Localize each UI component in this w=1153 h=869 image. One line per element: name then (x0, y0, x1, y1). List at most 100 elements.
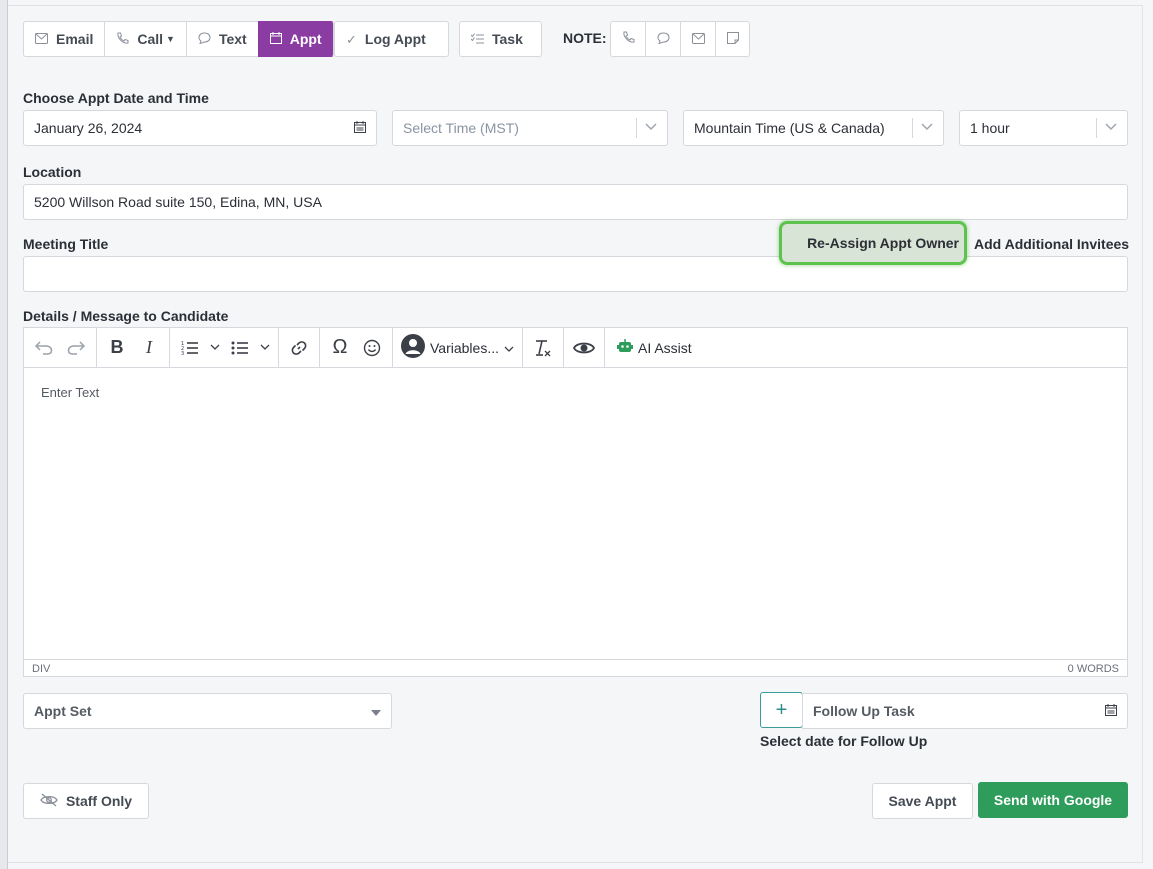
chevron-down-icon (1105, 122, 1117, 134)
sticky-note-icon (726, 31, 739, 47)
text-tab-label: Text (218, 31, 247, 47)
chevron-down-icon (921, 122, 933, 134)
variables-label: Variables... (430, 339, 499, 356)
staff-only-button[interactable]: Staff Only (23, 783, 149, 819)
follow-up-hint: Select date for Follow Up (760, 733, 928, 749)
note-text-button[interactable] (645, 21, 680, 57)
numbered-list-icon[interactable]: 123 (176, 333, 204, 363)
reassign-appt-owner-button[interactable]: Re-Assign Appt Owner (779, 221, 967, 265)
text-tab[interactable]: Text (185, 21, 258, 57)
phone-icon (622, 31, 635, 47)
speech-bubble-icon (198, 32, 211, 46)
editor-toolbar: B I 123 Ω Variables... AI Assist (24, 328, 1127, 368)
log-appt-button[interactable]: ✓ Log Appt (334, 21, 449, 57)
note-label: NOTE: (563, 30, 607, 46)
variables-group[interactable]: Variables... (393, 328, 523, 367)
link-icon[interactable] (285, 333, 313, 363)
calendar-icon[interactable] (354, 120, 366, 136)
link-group (279, 328, 320, 367)
communication-tabs: Email Call ▼ Text Appt (23, 21, 334, 57)
date-value: January 26, 2024 (34, 120, 143, 136)
top-divider (8, 5, 1143, 6)
ai-assist-button[interactable]: AI Assist (605, 328, 704, 367)
task-button[interactable]: Task (459, 21, 542, 57)
select-separator (912, 118, 913, 138)
call-tab[interactable]: Call ▼ (104, 21, 186, 57)
staff-only-label: Staff Only (65, 793, 133, 809)
right-divider (1142, 5, 1143, 862)
appt-status-select[interactable]: Appt Set (23, 693, 392, 729)
speech-bubble-icon (656, 31, 670, 47)
editor-content-area[interactable]: Enter Text (24, 368, 1127, 659)
omega-icon[interactable]: Ω (326, 333, 354, 363)
clear-formatting-icon[interactable] (529, 333, 557, 363)
robot-icon (617, 339, 633, 356)
clear-format-group (523, 328, 564, 367)
note-email-button[interactable] (680, 21, 715, 57)
save-appt-button[interactable]: Save Appt (872, 783, 973, 819)
caret-down-icon: ▼ (166, 34, 175, 44)
chevron-down-icon[interactable] (208, 333, 222, 363)
calendar-icon[interactable] (1105, 703, 1117, 719)
follow-up-task-field[interactable]: Follow Up Task (802, 693, 1128, 729)
envelope-icon (691, 31, 705, 47)
eye-slash-icon (40, 793, 58, 810)
save-appt-label: Save Appt (888, 793, 957, 809)
appt-tab[interactable]: Appt (257, 21, 334, 57)
redo-icon[interactable] (62, 333, 90, 363)
email-tab-label: Email (56, 31, 94, 47)
timezone-select[interactable]: Mountain Time (US & Canada) (683, 110, 944, 146)
call-tab-label: Call (137, 31, 164, 47)
left-panel-edge (0, 0, 8, 869)
undo-icon[interactable] (30, 333, 58, 363)
svg-text:3: 3 (181, 351, 184, 356)
bottom-divider (8, 862, 1143, 863)
format-group: B I (97, 328, 170, 367)
bullet-list-icon[interactable] (226, 333, 254, 363)
select-separator (636, 118, 637, 138)
element-path: DIV (32, 662, 51, 675)
preview-group (564, 328, 605, 367)
word-count: 0 WORDS (1067, 662, 1119, 675)
insert-group: Ω (320, 328, 393, 367)
add-follow-up-button[interactable]: + (760, 692, 803, 728)
follow-up-placeholder: Follow Up Task (813, 703, 915, 719)
note-sticky-button[interactable] (715, 21, 750, 57)
note-call-button[interactable] (610, 21, 645, 57)
task-label: Task (492, 31, 523, 47)
timezone-value: Mountain Time (US & Canada) (694, 120, 885, 136)
checklist-icon (470, 32, 484, 46)
chevron-down-icon[interactable] (258, 333, 272, 363)
phone-icon (116, 32, 129, 47)
list-group: 123 (170, 328, 279, 367)
envelope-icon (35, 32, 48, 46)
note-type-buttons (610, 21, 750, 57)
appt-tab-label: Appt (289, 31, 322, 47)
caret-down-icon (371, 703, 381, 719)
italic-icon[interactable]: I (135, 333, 163, 363)
add-invitees-link[interactable]: Add Additional Invitees (974, 236, 1129, 252)
select-separator (1096, 118, 1097, 138)
location-field[interactable]: 5200 Willson Road suite 150, Edina, MN, … (23, 184, 1128, 220)
person-icon (401, 334, 425, 361)
plus-icon: + (775, 698, 788, 721)
location-label: Location (23, 164, 82, 180)
editor-placeholder: Enter Text (41, 385, 100, 400)
duration-select[interactable]: 1 hour (959, 110, 1128, 146)
history-group (24, 328, 97, 367)
ai-assist-label: AI Assist (638, 339, 692, 356)
eye-icon[interactable] (570, 333, 598, 363)
appt-status-value: Appt Set (34, 703, 92, 719)
emoji-icon[interactable] (358, 333, 386, 363)
email-tab[interactable]: Email (23, 21, 105, 57)
send-with-google-label: Send with Google (993, 792, 1113, 808)
chevron-down-icon (504, 340, 514, 356)
rich-text-editor: B I 123 Ω Variables... AI Assist Enter T… (23, 327, 1128, 677)
check-icon: ✓ (346, 31, 357, 47)
time-select[interactable]: Select Time (MST) (392, 110, 668, 146)
date-field[interactable]: January 26, 2024 (23, 110, 377, 146)
calendar-icon (269, 32, 282, 46)
bold-icon[interactable]: B (103, 333, 131, 363)
chevron-down-icon (645, 122, 657, 134)
send-with-google-button[interactable]: Send with Google (978, 782, 1128, 818)
